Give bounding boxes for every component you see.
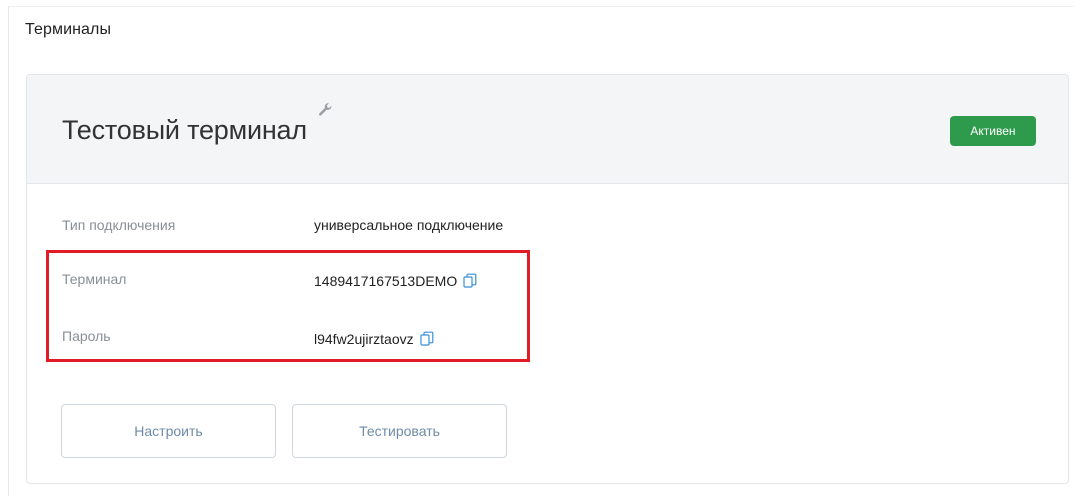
password-text: l94fw2ujirztaovz (314, 331, 414, 347)
password-label: Пароль (62, 328, 111, 344)
connection-type-text: универсальное подключение (314, 217, 504, 233)
terminal-id-text: 1489417167513DEMO (314, 273, 458, 289)
terminals-page: Терминалы Тестовый терминал Активен Тип … (8, 6, 1074, 496)
wrench-icon[interactable] (317, 102, 333, 118)
terminal-name: Тестовый терминал (62, 115, 307, 145)
copy-icon[interactable] (420, 331, 434, 347)
status-badge: Активен (950, 116, 1036, 146)
connection-type-label: Тип подключения (62, 217, 176, 233)
page-title: Терминалы (25, 21, 112, 38)
terminal-card-header: Тестовый терминал Активен (27, 75, 1068, 184)
test-button[interactable]: Тестировать (292, 404, 507, 458)
connection-type-value: универсальное подключение (314, 217, 503, 233)
terminal-id-label: Терминал (62, 271, 127, 287)
terminal-card: Тестовый терминал Активен Тип подключени… (26, 74, 1069, 484)
configure-button[interactable]: Настроить (61, 404, 276, 458)
copy-icon[interactable] (463, 273, 477, 289)
password-value: l94fw2ujirztaovz (314, 331, 434, 347)
terminal-id-value: 1489417167513DEMO (314, 273, 477, 289)
